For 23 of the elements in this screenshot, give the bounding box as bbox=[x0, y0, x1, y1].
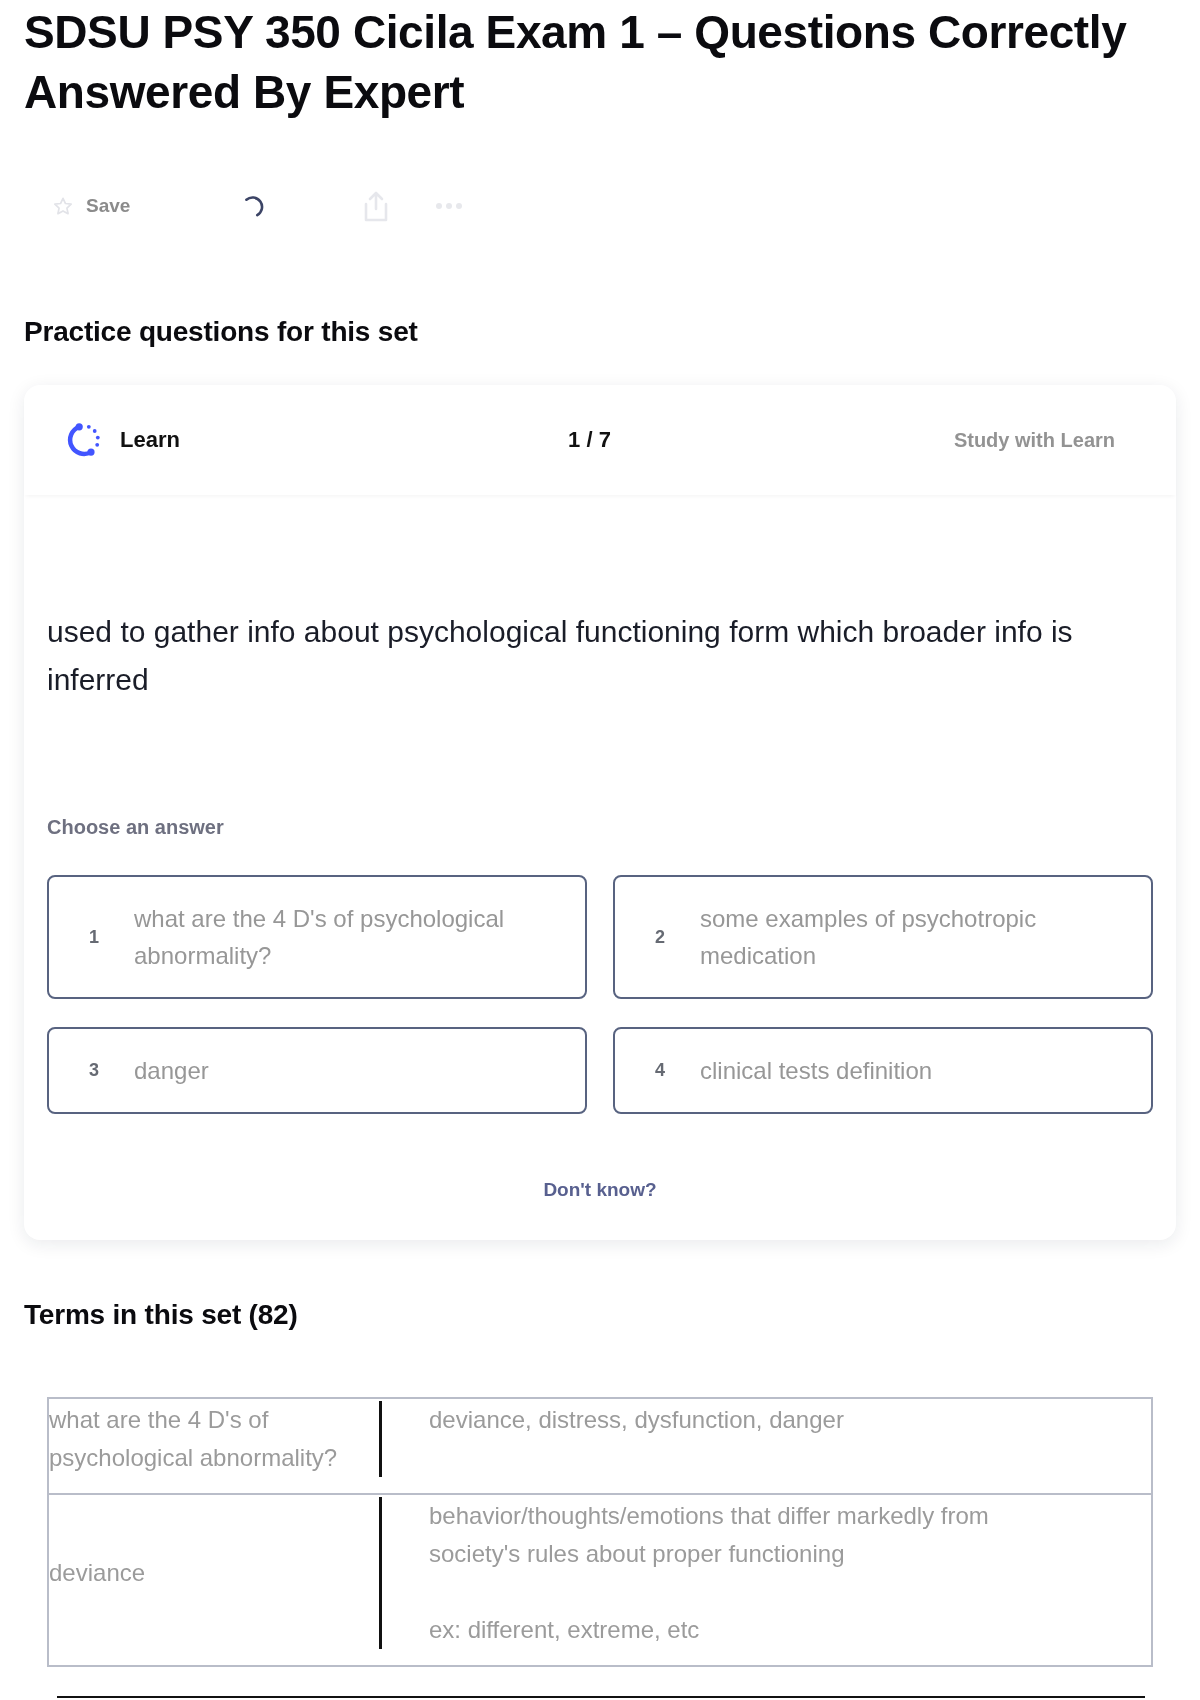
answer-option[interactable]: 3 danger bbox=[47, 1027, 587, 1114]
answer-option[interactable]: 2 some examples of psychotropic medication bbox=[613, 875, 1153, 999]
save-button[interactable]: Save bbox=[48, 186, 137, 226]
star-icon bbox=[54, 197, 72, 215]
answer-option[interactable]: 1 what are the 4 D's of psychological abnormality? bbox=[47, 875, 587, 999]
study-link[interactable]: Study with Learn bbox=[953, 428, 1115, 452]
definition-text: ex: different, extreme, etc bbox=[429, 1615, 701, 1645]
term-text: deviance bbox=[49, 1558, 146, 1588]
answer-prompt: Choose an answer bbox=[47, 815, 225, 839]
section-heading: Terms in this set (82) bbox=[24, 1299, 299, 1331]
dont-know-button[interactable]: Don't know? bbox=[543, 1178, 657, 1202]
question-text: used to gather info about psychological functioning form which broader info is inferred bbox=[47, 614, 1074, 698]
definition-text: deviance, distress, dysfunction, danger bbox=[429, 1405, 844, 1435]
answer-option[interactable]: 4 clinical tests definition bbox=[613, 1027, 1153, 1114]
definition-text: behavior/thoughts/emotions that differ markedly from society's rules about proper functioning bbox=[429, 1501, 990, 1569]
loading-spinner-icon bbox=[245, 195, 264, 217]
ellipsis-icon bbox=[434, 202, 463, 210]
mode-label: Learn bbox=[120, 427, 180, 453]
page-title: SDSU PSY 350 Cicila Exam 1 – Questions Correctly Answered By Expert bbox=[24, 5, 1128, 120]
term-text: what are the 4 D's of psychological abnormality? bbox=[49, 1405, 339, 1473]
section-heading: Practice questions for this set bbox=[24, 316, 419, 348]
share-icon bbox=[363, 190, 388, 222]
progress-counter: 1 / 7 bbox=[568, 427, 611, 453]
